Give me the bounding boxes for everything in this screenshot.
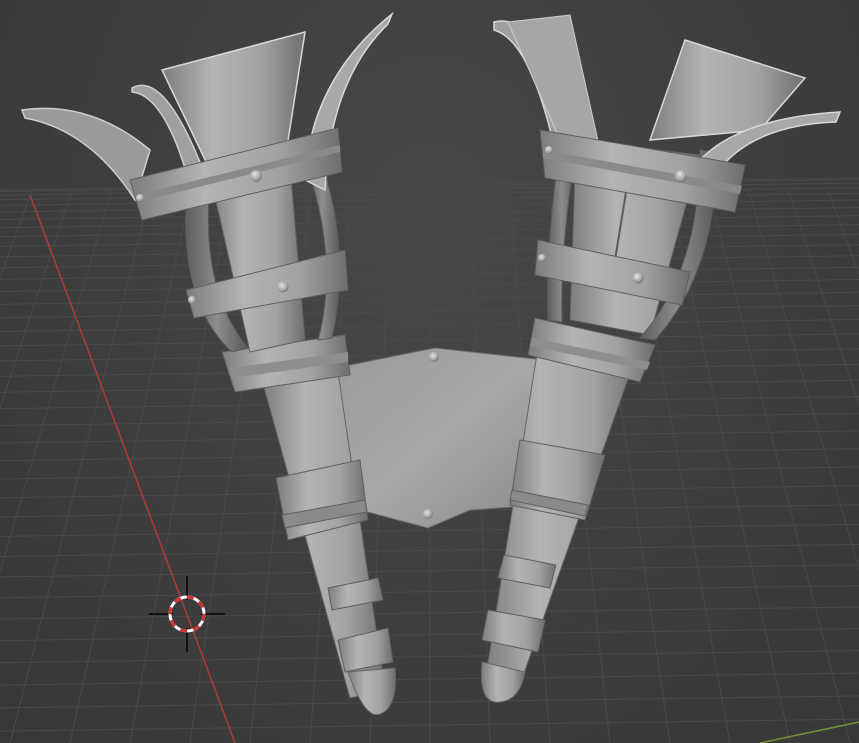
torch-left[interactable] — [20, 11, 396, 716]
grid-line — [0, 189, 33, 279]
3d-viewport[interactable] — [0, 0, 859, 743]
plate-rivet-top — [429, 352, 439, 362]
viewport-scene[interactable] — [0, 0, 859, 743]
grid-line — [787, 189, 859, 407]
grid-line — [747, 189, 859, 571]
torch-left-rivet-2 — [136, 194, 144, 202]
torch-left-rivet-3 — [277, 281, 289, 293]
grid-line — [0, 189, 73, 410]
torch-left-rivet-1 — [250, 170, 262, 182]
torch-right-rivet-1 — [675, 170, 687, 182]
plate-rivet-bottom — [423, 509, 433, 519]
torch-left-rivet-4 — [188, 296, 196, 304]
grid-line — [0, 189, 113, 574]
torch-right-rivet-2 — [545, 146, 553, 154]
torch-right-rivet-3 — [632, 272, 644, 284]
grid-line — [827, 189, 859, 277]
torch-right-rivet-4 — [538, 254, 546, 262]
y-axis-line — [759, 721, 859, 743]
